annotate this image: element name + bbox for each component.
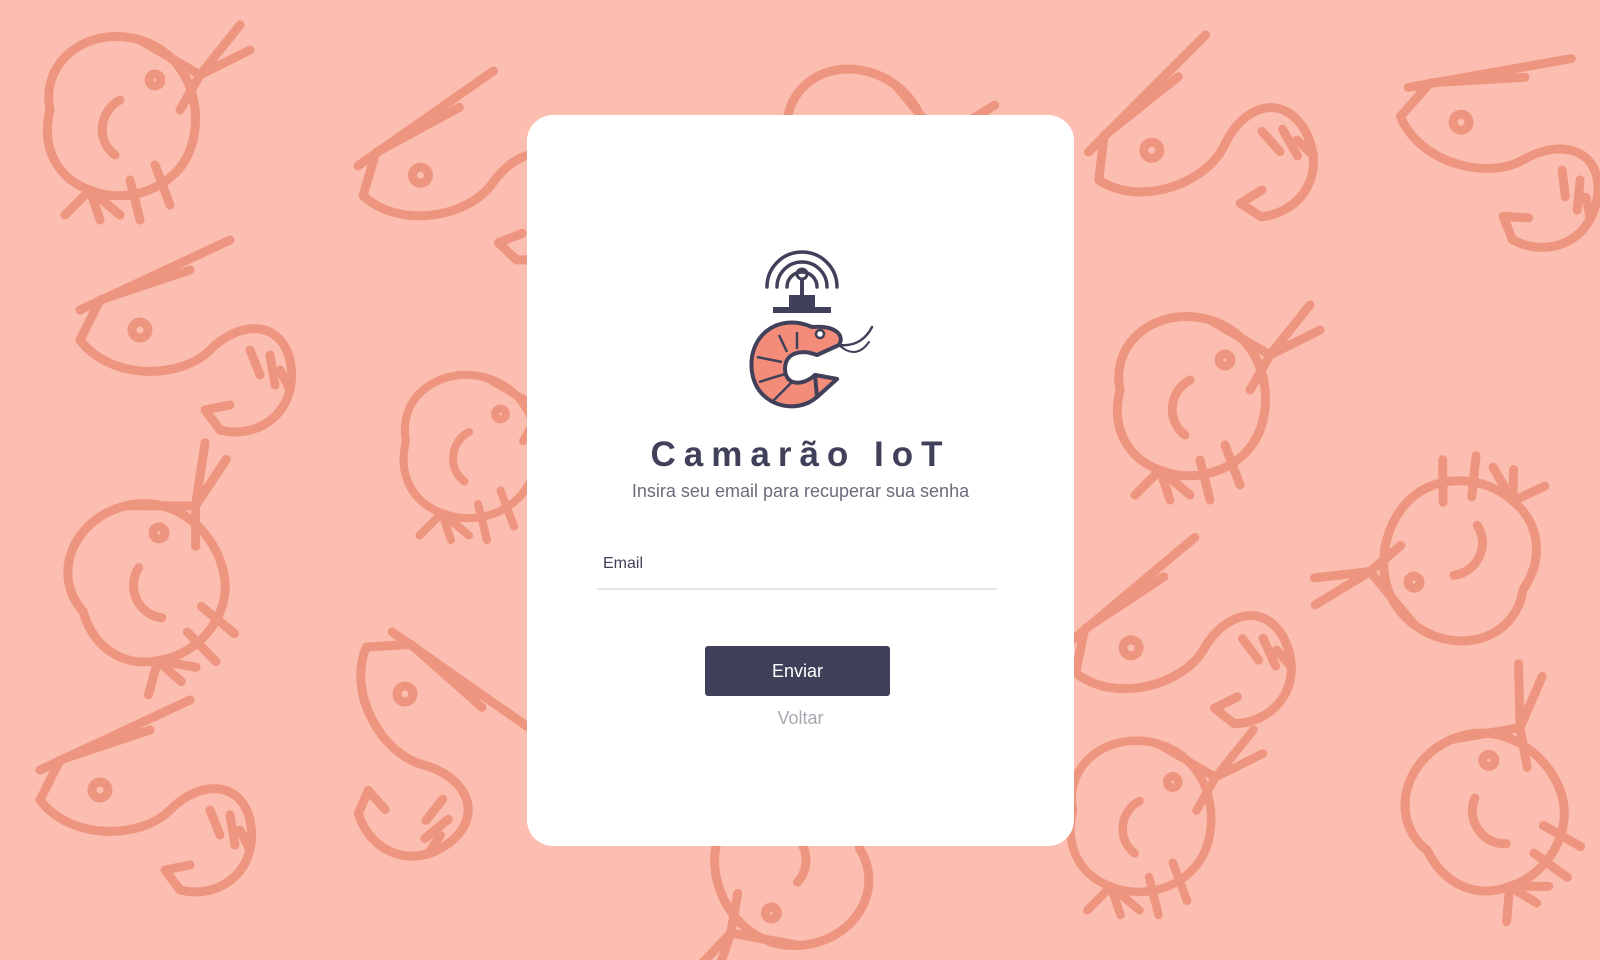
shrimp-antenna-icon xyxy=(749,250,874,409)
app-title: Camarão IoT xyxy=(650,435,951,474)
submit-button[interactable]: Enviar xyxy=(705,646,890,696)
password-recovery-card: Camarão IoT Insira seu email para recupe… xyxy=(527,115,1074,846)
page-subtitle: Insira seu email para recuperar sua senh… xyxy=(631,481,970,501)
email-field[interactable] xyxy=(597,540,997,590)
back-link[interactable]: Voltar xyxy=(527,708,1074,729)
